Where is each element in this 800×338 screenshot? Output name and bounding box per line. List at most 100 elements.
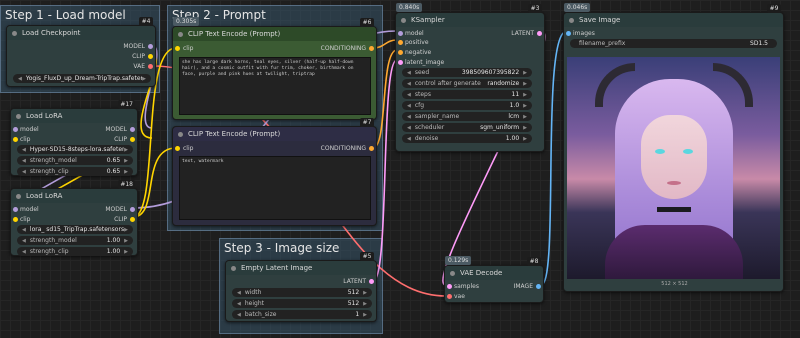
output-conditioning-port[interactable]: [369, 146, 374, 151]
collapse-dot-icon[interactable]: [450, 270, 455, 276]
node-ksampler[interactable]: 0.840s #3 KSampler model LATENT positive…: [395, 3, 545, 152]
strength-clip-slider[interactable]: ◀ strength_clip 0.65 ▶: [17, 167, 133, 176]
output-latent-port[interactable]: [537, 31, 542, 36]
node-title: Load Checkpoint: [22, 29, 81, 37]
right-arrow-icon[interactable]: ▶: [124, 249, 128, 255]
output-model-port[interactable]: [148, 44, 153, 49]
input-clip-port[interactable]: [13, 137, 18, 142]
sampler-name-combo[interactable]: ◀ sampler_name lcm ▶: [402, 112, 532, 121]
denoise-widget[interactable]: ◀ denoise 1.00 ▶: [402, 134, 532, 143]
collapse-dot-icon[interactable]: [178, 131, 183, 137]
batch-size-slider[interactable]: ◀ batch_size 1 ▶: [232, 310, 372, 319]
node-empty-latent-image[interactable]: #5 Empty Latent Image LATENT ◀ width 512…: [225, 252, 377, 322]
output-latent-port[interactable]: [369, 279, 374, 284]
lora-name-combo[interactable]: ◀ lora_ sd15_TripTrap.safetensors ▶: [17, 225, 133, 234]
right-arrow-icon[interactable]: ▶: [124, 158, 128, 164]
node-header[interactable]: CLIP Text Encode (Prompt): [173, 27, 376, 41]
node-title: Load LoRA: [26, 112, 63, 120]
right-arrow-icon[interactable]: ▶: [363, 290, 367, 296]
portrait-lips: [667, 181, 681, 185]
output-conditioning-label: CONDITIONING: [320, 45, 366, 52]
output-image-label: IMAGE: [513, 283, 533, 290]
height-slider[interactable]: ◀ height 512 ▶: [232, 299, 372, 308]
right-arrow-icon[interactable]: ▶: [124, 227, 128, 233]
collapse-dot-icon[interactable]: [401, 17, 406, 23]
right-arrow-icon[interactable]: ▶: [363, 301, 367, 307]
seed-widget[interactable]: ◀ seed 398509607395822 ▶: [402, 68, 532, 77]
input-model-port[interactable]: [13, 207, 18, 212]
node-header[interactable]: Load LoRA: [11, 109, 137, 123]
node-clip-text-encode-positive[interactable]: 0.305s #6 CLIP Text Encode (Prompt) clip…: [172, 17, 377, 120]
output-clip-port[interactable]: [130, 217, 135, 222]
right-arrow-icon[interactable]: ▶: [523, 125, 527, 131]
cfg-widget[interactable]: ◀ cfg 1.0 ▶: [402, 101, 532, 110]
collapse-dot-icon[interactable]: [16, 193, 21, 199]
input-model-port[interactable]: [398, 31, 403, 36]
lora-name-combo[interactable]: ◀ Hyper-SD15-8steps-lora.safeten... ▶: [17, 145, 133, 154]
right-arrow-icon[interactable]: ▶: [124, 238, 128, 244]
node-load-lora-1[interactable]: #17 Load LoRA model MODEL clip CLIP ◀ Hy…: [10, 100, 138, 176]
ckpt-name-combo[interactable]: ◀ Yogis_FluxD_up_Dream-TripTrap.safeten.…: [13, 74, 151, 83]
node-header[interactable]: CLIP Text Encode (Prompt): [173, 127, 376, 141]
negative-prompt-textarea[interactable]: text, watermark: [179, 156, 371, 220]
input-clip-port[interactable]: [13, 217, 18, 222]
input-clip-port[interactable]: [175, 146, 180, 151]
node-header[interactable]: Empty Latent Image: [226, 261, 376, 275]
input-model-label: model: [405, 30, 424, 37]
width-slider[interactable]: ◀ width 512 ▶: [232, 288, 372, 297]
portrait-outfit: [605, 225, 743, 279]
right-arrow-icon[interactable]: ▶: [523, 92, 527, 98]
node-header[interactable]: Load Checkpoint: [7, 26, 155, 40]
input-model-port[interactable]: [13, 127, 18, 132]
right-arrow-icon[interactable]: ▶: [142, 76, 146, 82]
input-positive-port[interactable]: [398, 40, 403, 45]
collapse-dot-icon[interactable]: [178, 31, 183, 37]
collapse-dot-icon[interactable]: [12, 30, 17, 36]
node-load-lora-2[interactable]: #18 Load LoRA model MODEL clip CLIP ◀ lo…: [10, 180, 138, 256]
input-vae-port[interactable]: [447, 294, 452, 299]
right-arrow-icon[interactable]: ▶: [523, 136, 527, 142]
collapse-dot-icon[interactable]: [569, 17, 574, 23]
output-clip-port[interactable]: [130, 137, 135, 142]
input-negative-port[interactable]: [398, 50, 403, 55]
output-image-preview[interactable]: [567, 57, 780, 279]
output-conditioning-port[interactable]: [369, 46, 374, 51]
input-negative-label: negative: [405, 49, 432, 56]
right-arrow-icon[interactable]: ▶: [523, 81, 527, 87]
scheduler-combo[interactable]: ◀ scheduler sgm_uniform ▶: [402, 123, 532, 132]
control-after-generate-combo[interactable]: ◀ control after generate randomize ▶: [402, 79, 532, 88]
input-clip-port[interactable]: [175, 46, 180, 51]
strength-model-slider[interactable]: ◀ strength_model 0.65 ▶: [17, 156, 133, 165]
node-header[interactable]: Load LoRA: [11, 189, 137, 203]
right-arrow-icon[interactable]: ▶: [124, 147, 128, 153]
right-arrow-icon[interactable]: ▶: [523, 70, 527, 76]
node-vae-decode[interactable]: 0.129s #8 VAE Decode samples IMAGE vae: [444, 256, 544, 303]
node-title: KSampler: [411, 16, 445, 24]
right-arrow-icon[interactable]: ▶: [523, 103, 527, 109]
node-header[interactable]: KSampler: [396, 13, 544, 27]
input-latent-image-port[interactable]: [398, 60, 403, 65]
input-samples-port[interactable]: [447, 284, 452, 289]
output-model-port[interactable]: [130, 207, 135, 212]
node-clip-text-encode-negative[interactable]: #7 CLIP Text Encode (Prompt) clip CONDIT…: [172, 118, 377, 226]
prompt-textarea[interactable]: she has large dark horns, teal eyes, sil…: [179, 57, 371, 115]
filename-prefix-input[interactable]: filename_prefix SD1.5: [570, 39, 777, 48]
output-clip-port[interactable]: [148, 54, 153, 59]
collapse-dot-icon[interactable]: [231, 265, 236, 271]
steps-widget[interactable]: ◀ steps 11 ▶: [402, 90, 532, 99]
output-image-port[interactable]: [536, 284, 541, 289]
output-vae-port[interactable]: [148, 64, 153, 69]
right-arrow-icon[interactable]: ▶: [523, 114, 527, 120]
right-arrow-icon[interactable]: ▶: [363, 312, 367, 318]
output-model-port[interactable]: [130, 127, 135, 132]
input-images-port[interactable]: [566, 31, 571, 36]
node-header[interactable]: Save Image: [564, 13, 783, 27]
node-title: Load LoRA: [26, 192, 63, 200]
right-arrow-icon[interactable]: ▶: [124, 169, 128, 175]
collapse-dot-icon[interactable]: [16, 113, 21, 119]
strength-model-slider[interactable]: ◀ strength_model 1.00 ▶: [17, 236, 133, 245]
node-header[interactable]: VAE Decode: [445, 266, 543, 280]
node-load-checkpoint[interactable]: #4 Load Checkpoint MODEL CLIP VAE ◀ Yogi…: [6, 17, 156, 87]
strength-clip-slider[interactable]: ◀ strength_clip 1.00 ▶: [17, 247, 133, 256]
node-save-image[interactable]: 0.046s #9 Save Image images filename_pre…: [563, 3, 784, 292]
